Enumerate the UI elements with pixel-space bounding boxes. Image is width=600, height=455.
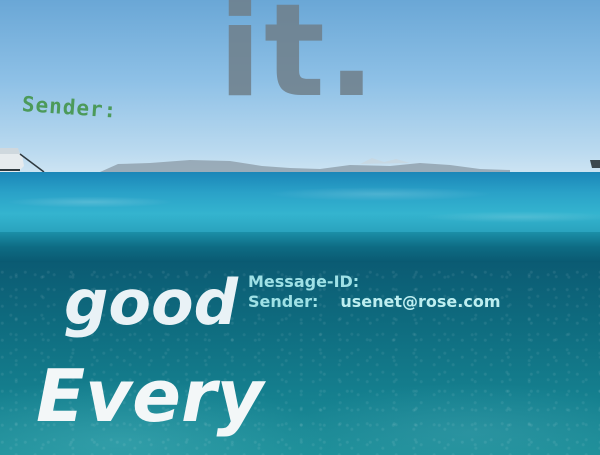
sender-value: usenet@rose.com xyxy=(340,292,501,311)
sender-line: Sender: usenet@rose.com xyxy=(248,292,501,312)
boat-left xyxy=(0,148,45,173)
underwater-scene: Sender: it. Message-ID: Sender: usenet@ro… xyxy=(0,0,600,455)
email-header-lines: Message-ID: Sender: usenet@rose.com xyxy=(248,272,501,312)
word-it: it. xyxy=(218,0,378,126)
message-id-label: Message-ID: xyxy=(248,272,360,291)
word-every: Every xyxy=(36,354,264,438)
waterline xyxy=(0,232,600,262)
boat-right xyxy=(590,160,600,168)
sender-label: Sender: xyxy=(248,292,319,311)
word-good: good xyxy=(64,266,238,339)
